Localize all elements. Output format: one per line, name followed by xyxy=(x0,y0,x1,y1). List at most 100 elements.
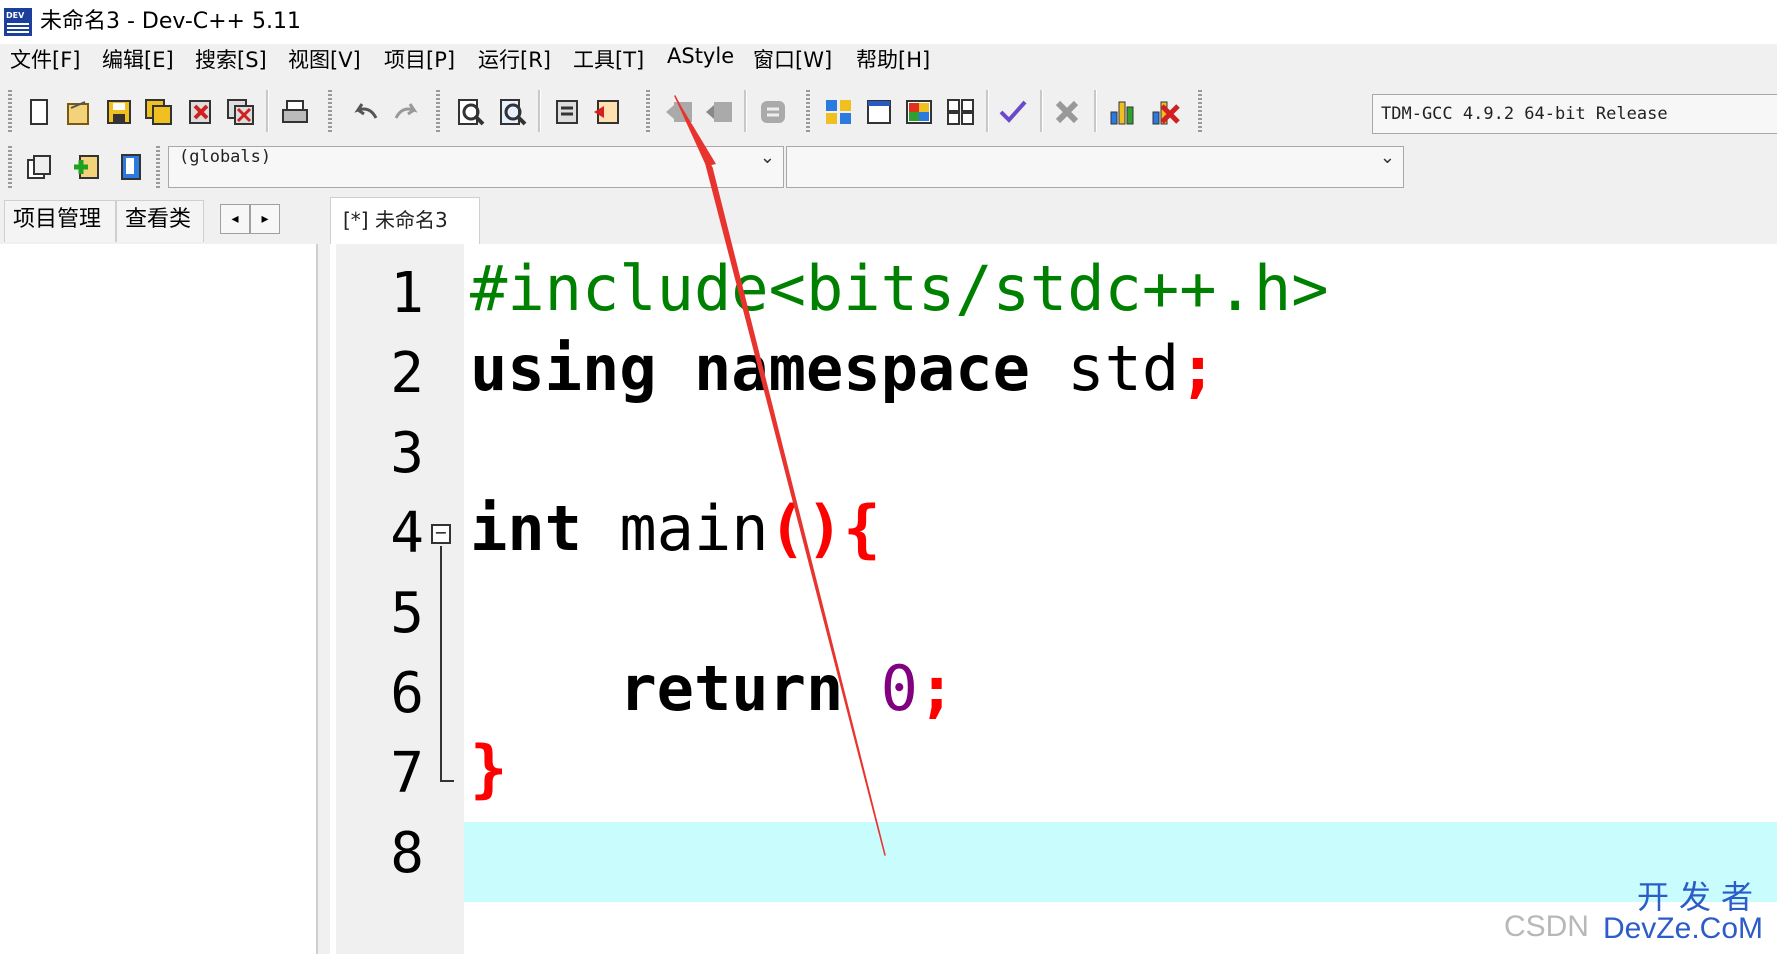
line-number: 2 xyxy=(390,341,424,406)
scope-select[interactable]: (globals) ⌄ xyxy=(168,146,784,188)
code-line-6[interactable]: return 0; xyxy=(470,652,955,732)
fold-guide-end xyxy=(440,780,454,782)
preprocessor-directive: #include<bits/stdc++.h> xyxy=(470,252,1329,325)
keyword: namespace xyxy=(693,332,1030,405)
find-icon[interactable] xyxy=(456,97,486,127)
delete-profile-icon[interactable] xyxy=(1150,97,1180,127)
toolbar-grip[interactable] xyxy=(328,90,332,132)
window-title: 未命名3 - Dev-C++ 5.11 xyxy=(40,9,301,34)
stop-execution-icon[interactable] xyxy=(1052,97,1082,127)
syntax-check-icon[interactable] xyxy=(998,97,1028,127)
watermark-devze: DevZe.CoM xyxy=(1602,912,1763,945)
toolbar-grip[interactable] xyxy=(1198,90,1202,132)
toolbar-grip[interactable] xyxy=(156,146,160,188)
toolbar-separator xyxy=(744,90,747,132)
code-line-1[interactable]: #include<bits/stdc++.h> xyxy=(470,252,1329,332)
editor-file-tab[interactable]: [*] 未命名3 xyxy=(330,197,480,244)
compiler-select[interactable]: TDM-GCC 4.9.2 64-bit Release xyxy=(1372,94,1777,134)
watermark: CSDN 开发者 DevZe.CoM xyxy=(1504,880,1763,944)
indent-icon[interactable] xyxy=(704,97,734,127)
menu-window[interactable]: 窗口[W] xyxy=(753,44,832,84)
tab-class-browser[interactable]: 查看类 xyxy=(116,200,204,242)
tab-scroll-right-button[interactable]: ▸ xyxy=(250,204,280,234)
add-to-project-icon[interactable] xyxy=(72,152,102,182)
menu-project[interactable]: 项目[P] xyxy=(384,44,455,84)
chevron-down-icon[interactable]: ⌄ xyxy=(760,147,775,168)
project-options-icon[interactable] xyxy=(116,152,146,182)
tab-project-manager[interactable]: 项目管理 xyxy=(4,200,116,242)
open-file-icon[interactable] xyxy=(64,97,94,127)
identifier: std xyxy=(1067,332,1180,405)
project-panel[interactable] xyxy=(0,244,318,954)
toolbar-grip[interactable] xyxy=(436,90,440,132)
redo-icon[interactable] xyxy=(392,97,422,127)
close-all-icon[interactable] xyxy=(226,97,256,127)
unindent-icon[interactable] xyxy=(664,97,694,127)
number-literal: 0 xyxy=(880,652,918,725)
line-number: 4 xyxy=(390,501,424,566)
code-line-7[interactable]: } xyxy=(470,732,507,812)
toggle-comment-icon[interactable] xyxy=(758,97,788,127)
toolbar-grip[interactable] xyxy=(806,90,810,132)
keyword: return xyxy=(619,652,844,725)
line-number: 6 xyxy=(390,661,424,726)
line-number: 1 xyxy=(390,261,424,326)
fold-guide-line xyxy=(440,546,442,780)
new-file-icon[interactable] xyxy=(24,97,54,127)
code-line-4[interactable]: int main(){ xyxy=(470,492,881,572)
toolbar-separator xyxy=(266,90,269,132)
line-number: 8 xyxy=(390,821,424,886)
chevron-down-icon[interactable]: ⌄ xyxy=(1380,147,1395,168)
save-icon[interactable] xyxy=(104,97,134,127)
watermark-devze-cn: 开发者 xyxy=(1636,878,1763,916)
compile-icon[interactable] xyxy=(824,97,854,127)
save-all-icon[interactable] xyxy=(144,97,174,127)
tab-scroll-left-button[interactable]: ◂ xyxy=(220,204,250,234)
dev-cpp-app-icon[interactable]: DEV xyxy=(4,8,32,36)
close-file-icon[interactable] xyxy=(186,97,216,127)
run-icon[interactable] xyxy=(864,97,894,127)
panel-splitter[interactable] xyxy=(318,244,330,954)
new-project-icon[interactable] xyxy=(24,152,54,182)
code-line-2[interactable]: using namespace std; xyxy=(470,332,1217,412)
app-icon-label: DEV xyxy=(6,11,25,20)
symbol: () xyxy=(768,492,844,565)
menu-run[interactable]: 运行[R] xyxy=(478,44,551,84)
identifier: main xyxy=(619,492,769,565)
fold-toggle-icon[interactable]: − xyxy=(431,524,451,544)
toolbar-separator xyxy=(1040,90,1043,132)
menu-astyle[interactable]: AStyle xyxy=(667,44,734,84)
toolbar-separator xyxy=(538,90,541,132)
keyword: int xyxy=(470,492,582,565)
menu-view[interactable]: 视图[V] xyxy=(288,44,361,84)
menu-tools[interactable]: 工具[T] xyxy=(573,44,644,84)
menu-edit[interactable]: 编辑[E] xyxy=(102,44,174,84)
toolbar-grip[interactable] xyxy=(8,90,12,132)
menu-file[interactable]: 文件[F] xyxy=(10,44,80,84)
compile-run-icon[interactable] xyxy=(904,97,934,127)
undo-icon[interactable] xyxy=(350,97,380,127)
print-icon[interactable] xyxy=(280,97,310,127)
line-number: 5 xyxy=(390,581,424,646)
replace-icon[interactable] xyxy=(498,97,528,127)
symbol: ; xyxy=(1179,332,1217,405)
toolbar-separator xyxy=(986,90,989,132)
symbol: } xyxy=(470,732,508,805)
menu-help[interactable]: 帮助[H] xyxy=(856,44,930,84)
symbol: ; xyxy=(917,652,956,725)
profile-chart-icon[interactable] xyxy=(1108,97,1138,127)
toolbar-separator xyxy=(1094,90,1097,132)
member-select[interactable]: ⌄ xyxy=(786,146,1404,188)
toolbar-grip[interactable] xyxy=(646,90,650,132)
line-number: 7 xyxy=(390,741,424,806)
keyword: using xyxy=(470,332,657,405)
symbol: { xyxy=(843,492,881,565)
menu-search[interactable]: 搜索[S] xyxy=(195,44,267,84)
watermark-csdn: CSDN xyxy=(1503,910,1589,943)
goto-line-icon[interactable] xyxy=(552,97,582,127)
bookmark-icon[interactable] xyxy=(592,97,622,127)
scope-select-value: (globals) xyxy=(179,147,272,167)
line-number: 3 xyxy=(390,421,424,486)
rebuild-all-icon[interactable] xyxy=(946,97,976,127)
toolbar-grip[interactable] xyxy=(8,146,12,188)
